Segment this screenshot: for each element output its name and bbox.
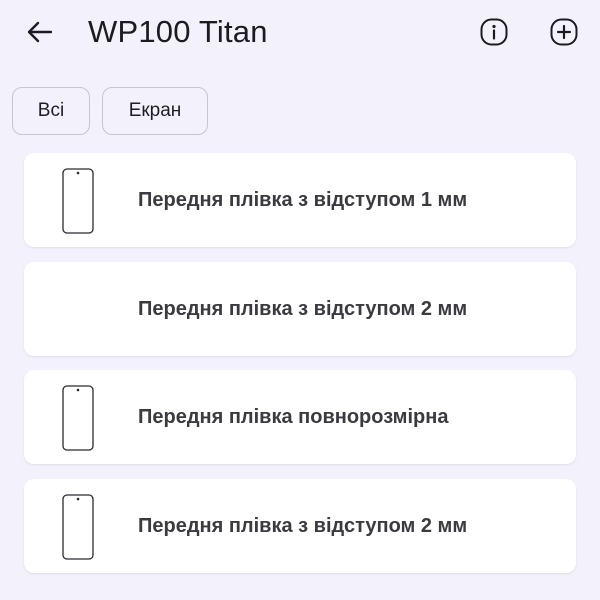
plus-circle-icon [550,18,578,46]
arrow-left-icon [27,21,53,43]
app-bar: WP100 Titan [0,0,600,66]
list-item[interactable]: Передня плівка повнорозмірна [24,370,576,464]
back-button[interactable] [20,12,60,52]
list-item-label: Передня плівка з відступом 2 мм [138,514,468,537]
list-item[interactable]: Передня плівка з відступом 2 мм [24,262,576,356]
filter-chip-all[interactable]: Всі [12,87,90,135]
page-title: WP100 Titan [88,14,268,49]
list-item-label: Передня плівка повнорозмірна [138,405,449,428]
list-item[interactable]: Передня плівка з відступом 1 мм [24,153,576,247]
add-button[interactable] [544,12,584,52]
list-item-label: Передня плівка з відступом 1 мм [138,188,468,211]
phone-outline-icon [62,494,94,560]
filter-chip-screen[interactable]: Екран [102,87,208,135]
info-button[interactable] [474,12,514,52]
phone-outline-icon [62,168,94,234]
list-item-label: Передня плівка з відступом 2 мм [138,297,468,320]
list-item[interactable]: Передня плівка з відступом 2 мм [24,479,576,573]
info-icon [480,18,508,46]
phone-outline-icon [62,385,94,451]
